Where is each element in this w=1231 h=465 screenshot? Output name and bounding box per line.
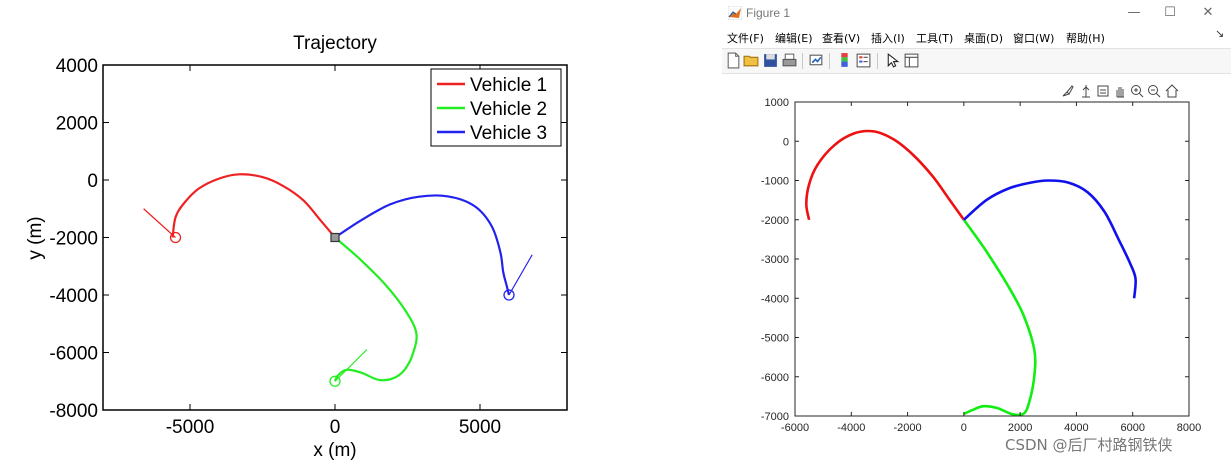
legend-label-vehicle-2: Vehicle 2 <box>470 99 547 120</box>
colorbar-icon[interactable] <box>836 52 853 69</box>
legend-label-vehicle-3: Vehicle 3 <box>470 123 547 144</box>
property-inspector-icon[interactable] <box>903 52 920 69</box>
menu-tools[interactable]: 工具(T) <box>916 30 953 46</box>
home-icon[interactable] <box>1165 84 1179 98</box>
figure-x-tick-label: -4000 <box>837 422 865 434</box>
heading-line-3 <box>508 254 533 296</box>
zoom-out-icon[interactable] <box>1148 85 1161 98</box>
minimize-button[interactable]: — <box>1122 3 1146 23</box>
link-plot-icon[interactable] <box>808 52 825 69</box>
figure-y-tick-label: -3000 <box>761 254 789 266</box>
heading-line-1 <box>143 208 176 238</box>
zoom-in-icon[interactable] <box>1131 85 1144 98</box>
heading-line-2 <box>334 349 368 382</box>
data-tips-icon[interactable] <box>1082 85 1090 98</box>
window-title: Figure 1 <box>746 6 791 20</box>
series-line-vehicle-2 <box>333 236 418 382</box>
figure-window: Figure 1 — ☐ ✕ 文件(F) 编辑(E) 查看(V) 插入(I) 工… <box>722 0 1231 465</box>
watermark-text: CSDN @后厂村路钢铁侠 <box>1005 436 1173 454</box>
maximize-button[interactable]: ☐ <box>1158 3 1182 23</box>
figure-x-tick-label: 2000 <box>1008 422 1032 434</box>
x-tick-label: 0 <box>330 417 341 438</box>
y-tick-label: 0 <box>87 171 98 192</box>
figure-x-tick-label: 6000 <box>1120 422 1144 434</box>
figure-y-tick-label: -4000 <box>761 293 789 305</box>
menu-edit[interactable]: 编辑(E) <box>775 30 813 46</box>
figure-y-tick-label: 1000 <box>765 97 789 109</box>
x-tick-label: -5000 <box>166 417 215 438</box>
menu-expand-icon[interactable]: ↘ <box>1215 27 1224 40</box>
legend-label-vehicle-1: Vehicle 1 <box>470 75 547 96</box>
figure-y-tick-label: -7000 <box>761 411 789 423</box>
y-tick-label: -8000 <box>49 401 98 422</box>
menu-desktop[interactable]: 桌面(D) <box>964 30 1003 46</box>
figure-x-tick-label: 4000 <box>1064 422 1088 434</box>
figure-y-tick-label: -1000 <box>761 176 789 188</box>
figure-y-tick-label: -5000 <box>761 333 789 345</box>
figure-x-tick-label: 8000 <box>1177 422 1201 434</box>
save-icon[interactable] <box>762 52 779 69</box>
y-tick-label: -6000 <box>49 344 98 365</box>
menu-view[interactable]: 查看(V) <box>822 30 860 46</box>
pan-icon[interactable] <box>1116 87 1124 98</box>
open-folder-icon[interactable] <box>743 52 760 69</box>
left-chart: Trajectory -5000 0 5000 4000 2000 0 -2000 -4000… <box>25 33 568 461</box>
series-line-vehicle-3 <box>334 194 511 296</box>
brush-icon[interactable] <box>1062 85 1074 97</box>
menu-file[interactable]: 文件(F) <box>727 30 764 46</box>
y-tick-label: -2000 <box>49 229 98 250</box>
goal-marker <box>330 232 340 243</box>
rotate-icon[interactable] <box>1097 85 1109 97</box>
figure-series-line-2 <box>962 219 1037 417</box>
figure-y-tick-label: -2000 <box>761 215 789 227</box>
y-tick-label: 2000 <box>56 114 98 135</box>
x-axis-label: x (m) <box>313 440 356 461</box>
matlab-icon <box>728 6 742 20</box>
figure-x-tick-label: -2000 <box>894 422 922 434</box>
figure-plot: -6000 -4000 -2000 0 2000 4000 6000 800010000-10… <box>761 84 1201 434</box>
chart-title: Trajectory <box>293 33 377 54</box>
new-file-icon[interactable] <box>725 52 742 69</box>
menu-help[interactable]: 帮助(H) <box>1066 30 1105 46</box>
menu-bar: 文件(F) 编辑(E) 查看(V) 插入(I) 工具(T) 桌面(D) 窗口(W… <box>722 27 1231 47</box>
window-titlebar: Figure 1 — ☐ ✕ <box>722 0 1231 27</box>
menu-window[interactable]: 窗口(W) <box>1013 30 1054 46</box>
axes-toolbar <box>1062 84 1179 98</box>
pointer-icon[interactable] <box>884 52 901 69</box>
y-tick-label: -4000 <box>49 286 98 307</box>
y-tick-label: 4000 <box>56 56 98 77</box>
legend-icon[interactable] <box>855 52 872 69</box>
figure-y-tick-label: -6000 <box>761 372 789 384</box>
figure-toolbar <box>722 48 1231 74</box>
close-button[interactable]: ✕ <box>1196 3 1220 23</box>
menu-insert[interactable]: 插入(I) <box>871 30 905 46</box>
figure-series-line-1 <box>804 129 965 221</box>
figure-x-tick-label: -6000 <box>781 422 809 434</box>
legend: Vehicle 1 Vehicle 2 Vehicle 3 <box>430 68 562 147</box>
y-axis-label: y (m) <box>25 216 46 259</box>
series-line-vehicle-1 <box>171 173 336 239</box>
print-icon[interactable] <box>781 52 798 69</box>
x-tick-label: 5000 <box>459 417 501 438</box>
figure-series-line-3 <box>963 179 1137 299</box>
figure-x-tick-label: 0 <box>961 422 967 434</box>
figure-y-tick-label: 0 <box>783 136 789 148</box>
